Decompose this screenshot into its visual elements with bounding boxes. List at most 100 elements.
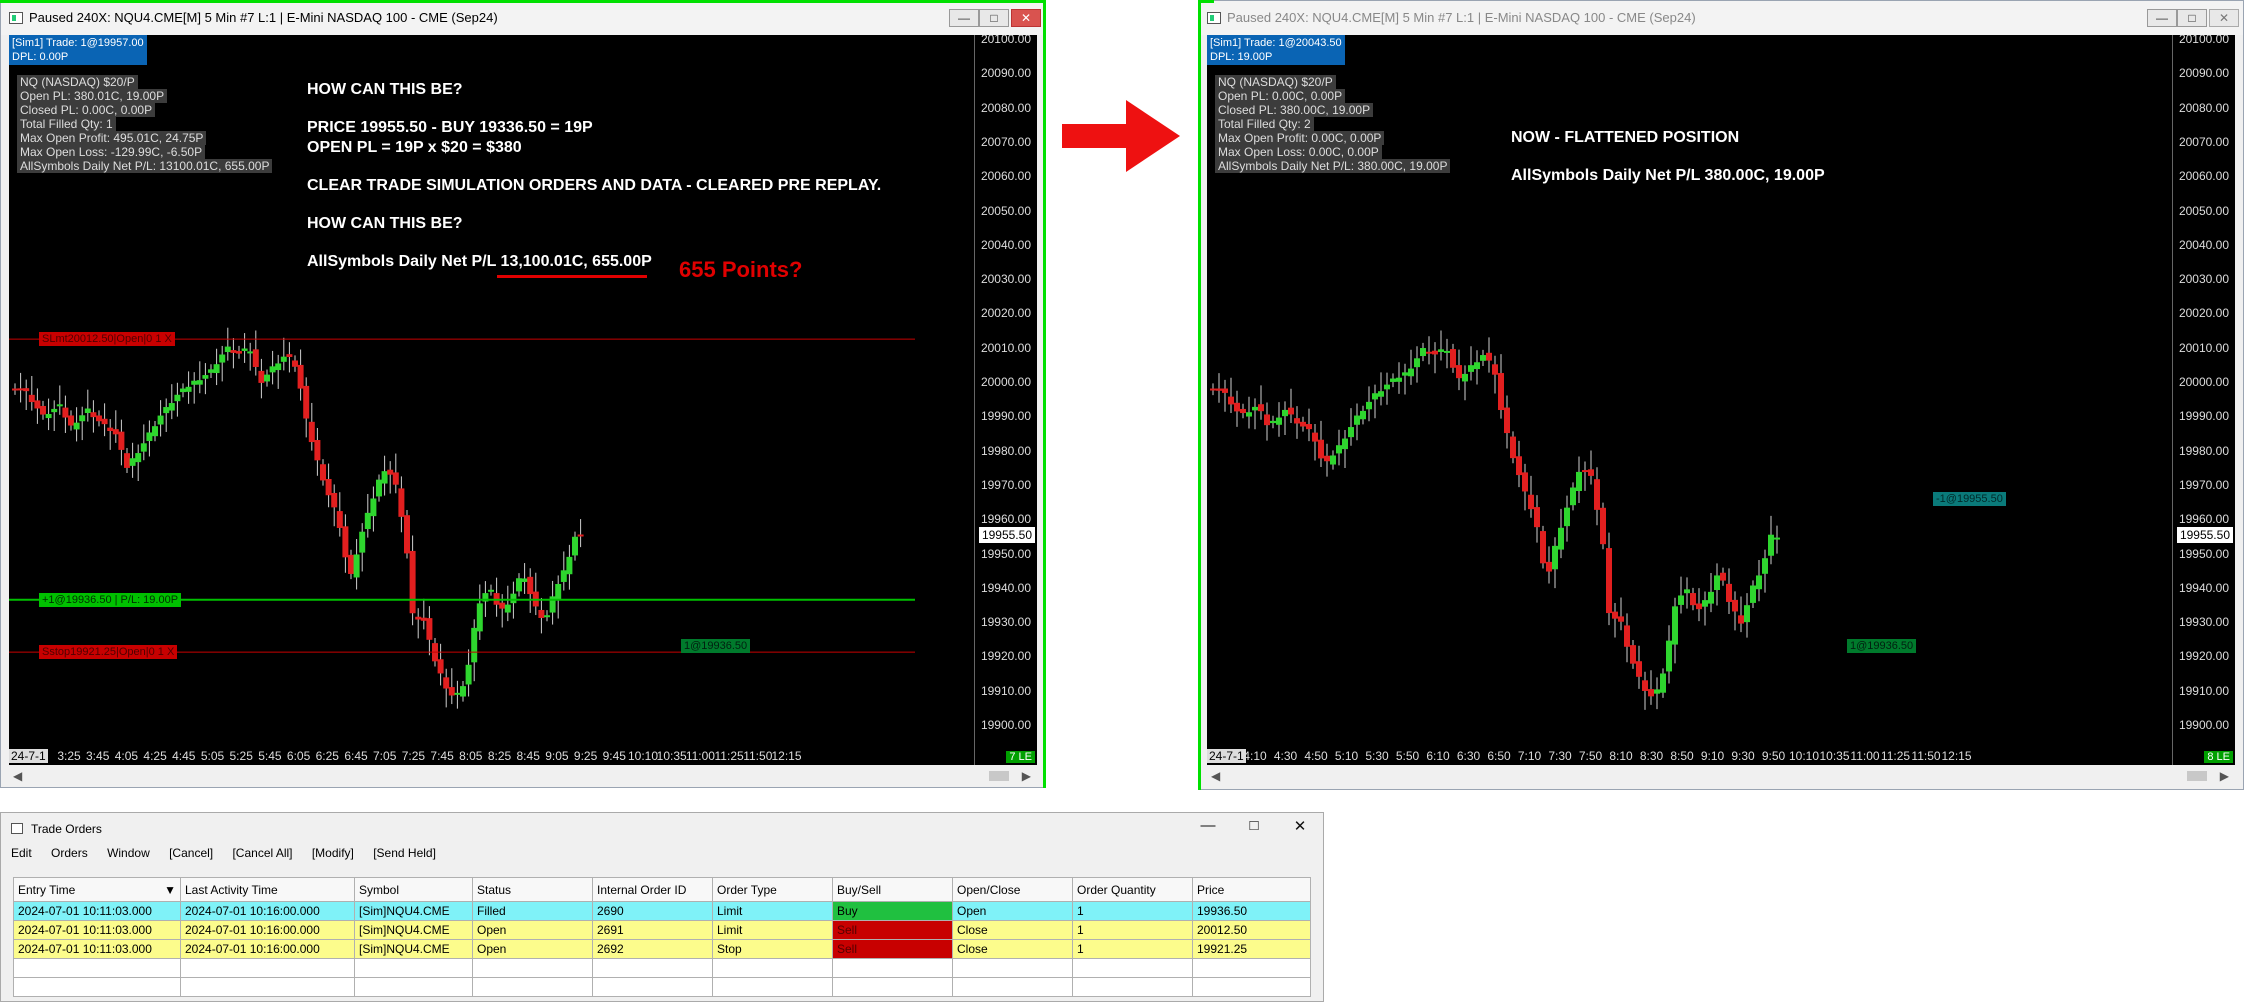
cell-empty	[952, 958, 1073, 978]
cell-open-close: Open	[952, 901, 1073, 921]
candle-body	[1522, 472, 1528, 492]
minimize-icon[interactable]: —	[1193, 817, 1223, 834]
candle-body	[1684, 589, 1690, 594]
position-label[interactable]: +1@19936.50 | P/L: 19.00P	[39, 592, 182, 607]
right-title-bar[interactable]: Paused 240X: NQU4.CME[M] 5 Min #7 L:1 | …	[1199, 1, 2243, 35]
scroll-left-icon[interactable]: ◀	[13, 769, 22, 783]
scroll-left-icon[interactable]: ◀	[1211, 769, 1220, 783]
candle-body	[1588, 469, 1594, 476]
cell-entry: 2024-07-01 10:11:03.000	[13, 939, 181, 959]
close-icon[interactable]: ✕	[1285, 817, 1315, 835]
candle-body	[1618, 616, 1624, 622]
candle-body	[460, 686, 466, 697]
pl-line: Total Filled Qty: 2	[1215, 117, 1314, 131]
candle-body	[499, 602, 506, 609]
cell-last: 2024-07-01 10:16:00.000	[180, 901, 355, 921]
pl-line: Closed PL: 380.00C, 19.00P	[1215, 103, 1374, 117]
col-order-type[interactable]: Order Type	[712, 877, 833, 902]
candle-body	[1498, 373, 1504, 411]
col-price[interactable]: Price	[1192, 877, 1311, 902]
candle-body	[314, 440, 321, 461]
candle-body	[437, 659, 444, 674]
col-quantity[interactable]: Order Quantity	[1072, 877, 1193, 902]
candle-body	[1438, 349, 1444, 352]
left-title-bar[interactable]: Paused 240X: NQU4.CME[M] 5 Min #7 L:1 | …	[1, 1, 1045, 35]
scroll-right-icon[interactable]: ▶	[2220, 769, 2229, 783]
candle-body	[1582, 470, 1588, 473]
candle-body	[521, 578, 528, 582]
candle-body	[1606, 548, 1612, 614]
col-order-id[interactable]: Internal Order ID	[592, 877, 713, 902]
limit-order-label[interactable]: SLmt20012.50|Open|0 1 X	[39, 332, 175, 347]
stop-order-label[interactable]: Sstop19921.25|Open|0 1 X	[39, 645, 178, 660]
candle-body	[241, 348, 248, 351]
candle-body	[544, 615, 550, 618]
candle-body	[1306, 424, 1312, 430]
scroll-right-icon[interactable]: ▶	[1022, 769, 1031, 783]
table-row-empty[interactable]	[13, 958, 1311, 978]
x-tick-label: 9:30	[1731, 749, 1755, 763]
close-icon[interactable]: ✕	[2209, 9, 2239, 27]
menu-window[interactable]: Window	[107, 846, 150, 860]
callout-655-points: 655 Points?	[679, 257, 803, 282]
table-row-empty[interactable]	[13, 977, 1311, 997]
candle-body	[381, 471, 388, 484]
scroll-thumb[interactable]	[2187, 771, 2207, 781]
menu-cancel[interactable]: [Cancel]	[169, 846, 213, 860]
table-row[interactable]: 2024-07-01 10:11:03.000 2024-07-01 10:16…	[13, 901, 1311, 921]
candle-body	[1534, 507, 1540, 528]
candle-body	[118, 431, 125, 450]
x-tick-label: 5:50	[1395, 749, 1420, 763]
right-price-axis[interactable]: 20100.00 20090.00 20080.00 20070.00 20060.00…	[2172, 35, 2235, 765]
candle-body	[1576, 471, 1582, 492]
candle-body	[1744, 605, 1750, 623]
candle-body	[152, 426, 158, 437]
candle-body	[45, 414, 52, 419]
candle-body	[1540, 531, 1546, 564]
cell-last: 2024-07-01 10:16:00.000	[180, 920, 355, 940]
candle-body	[359, 531, 366, 553]
col-buy-sell[interactable]: Buy/Sell	[832, 877, 953, 902]
fill-label[interactable]: 1@19936.50	[1847, 639, 1917, 654]
col-entry-time[interactable]: Entry Time ▼	[13, 877, 181, 902]
col-last-activity[interactable]: Last Activity Time	[180, 877, 355, 902]
table-row[interactable]: 2024-07-01 10:11:03.000 2024-07-01 10:16…	[13, 939, 1311, 959]
candle-body	[1696, 603, 1702, 610]
right-chart-plot[interactable]: [Sim1] Trade: 1@20043.50 DPL: 19.00P NQ (…	[1207, 35, 2235, 765]
candle-body	[409, 550, 416, 614]
left-chart-plot[interactable]: [Sim1] Trade: 1@19957.00 DPL: 0.00P NQ (N…	[9, 35, 1037, 765]
scroll-thumb[interactable]	[989, 771, 1009, 781]
maximize-icon[interactable]: □	[1239, 817, 1269, 834]
close-icon[interactable]: ✕	[1011, 9, 1041, 27]
col-symbol[interactable]: Symbol	[354, 877, 473, 902]
maximize-icon[interactable]: □	[979, 9, 1009, 27]
candle-body	[488, 589, 494, 592]
menu-send-held[interactable]: [Send Held]	[373, 846, 436, 860]
cell-empty	[592, 977, 713, 997]
candle-body	[135, 453, 142, 463]
candle-body	[1360, 410, 1366, 420]
left-horizontal-scrollbar[interactable]: ◀ ▶	[9, 767, 1037, 785]
x-tick-label: 7:25	[401, 749, 426, 763]
cell-type: Limit	[712, 901, 833, 921]
menu-cancel-all[interactable]: [Cancel All]	[232, 846, 292, 860]
candle-body	[219, 354, 226, 363]
left-price-axis[interactable]: 20100.00 20090.00 20080.00 20070.00 20060.00…	[974, 35, 1037, 765]
y-tick-label: 20080.00	[2178, 100, 2229, 115]
minimize-icon[interactable]: —	[949, 9, 979, 27]
menu-orders[interactable]: Orders	[51, 846, 88, 860]
fill-label[interactable]: 1@19936.50	[681, 639, 751, 654]
candle-body	[1474, 362, 1480, 370]
candle-body	[96, 415, 102, 422]
table-row[interactable]: 2024-07-01 10:11:03.000 2024-07-01 10:16…	[13, 920, 1311, 940]
menu-modify[interactable]: [Modify]	[312, 846, 354, 860]
candle-body	[1486, 352, 1492, 361]
minimize-icon[interactable]: —	[2147, 9, 2177, 27]
menu-edit[interactable]: Edit	[11, 846, 32, 860]
maximize-icon[interactable]: □	[2177, 9, 2207, 27]
col-status[interactable]: Status	[472, 877, 593, 902]
y-tick-label: 20010.00	[2178, 340, 2229, 355]
right-horizontal-scrollbar[interactable]: ◀ ▶	[1207, 767, 2235, 785]
col-open-close[interactable]: Open/Close	[952, 877, 1073, 902]
exit-fill-label[interactable]: -1@19955.50	[1933, 491, 2006, 506]
